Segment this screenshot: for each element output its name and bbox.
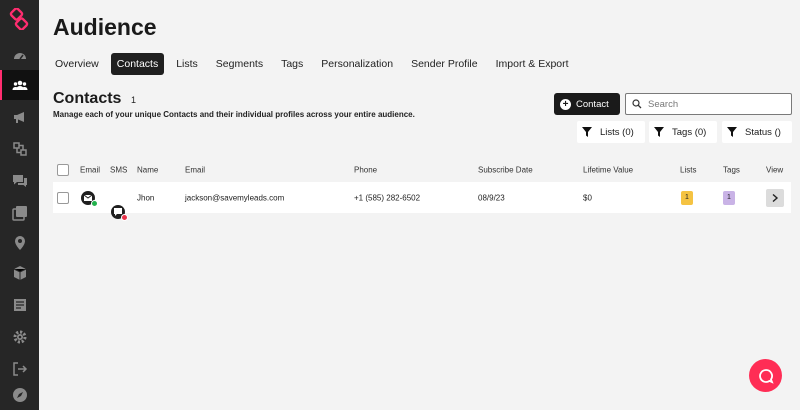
- tab-tags[interactable]: Tags: [275, 53, 309, 75]
- header-lifetime-value: Lifetime Value: [583, 165, 634, 175]
- filter-status-label: Status (): [745, 126, 781, 138]
- section-description: Manage each of your unique Contacts and …: [53, 110, 415, 119]
- tab-lists[interactable]: Lists: [170, 53, 204, 75]
- chevron-right-icon: [772, 193, 779, 202]
- main-content: Audience Overview Contacts Lists Segment…: [39, 0, 800, 410]
- sidebar-item-locations[interactable]: [0, 228, 39, 258]
- filter-tags-label: Tags (0): [672, 126, 707, 138]
- lists-count-badge[interactable]: 1: [681, 190, 693, 205]
- sidebar: [0, 0, 39, 410]
- select-all-checkbox[interactable]: [57, 164, 69, 176]
- add-contact-label: Contact: [576, 98, 609, 110]
- sms-status-badge: [121, 213, 128, 221]
- contacts-count: 1: [131, 95, 137, 105]
- page-title: Audience: [53, 14, 157, 40]
- contact-email: jackson@savemyleads.com: [185, 193, 285, 202]
- contact-subscribe-date: 08/9/23: [478, 193, 505, 202]
- brand-logo-icon[interactable]: [8, 7, 30, 31]
- filter-icon: [582, 127, 592, 137]
- chat-bubble-icon: [758, 368, 774, 384]
- contacts-table: Email SMS Name Email Phone Subscribe Dat…: [53, 160, 791, 221]
- sidebar-item-reports[interactable]: [0, 290, 39, 320]
- filter-lists-button[interactable]: Lists (0): [577, 121, 645, 143]
- table-header: Email SMS Name Email Phone Subscribe Dat…: [53, 160, 791, 180]
- search-box: [625, 93, 792, 115]
- plus-icon: +: [560, 98, 571, 110]
- tab-segments[interactable]: Segments: [210, 53, 269, 75]
- search-icon: [632, 99, 642, 109]
- sidebar-item-settings[interactable]: [0, 322, 39, 352]
- view-contact-button[interactable]: [766, 188, 784, 207]
- sidebar-item-products[interactable]: [0, 258, 39, 288]
- tab-contacts[interactable]: Contacts: [110, 53, 165, 75]
- header-email-channel: Email: [80, 165, 101, 175]
- add-contact-button[interactable]: + Contact: [554, 93, 620, 115]
- sidebar-item-automations[interactable]: [0, 134, 39, 164]
- row-checkbox[interactable]: [57, 191, 69, 204]
- tab-import-export[interactable]: Import & Export: [490, 53, 575, 75]
- sidebar-item-explore[interactable]: [0, 380, 39, 410]
- header-name: Name: [137, 165, 159, 175]
- section-title: Contacts: [53, 90, 122, 107]
- tab-bar: Overview Contacts Lists Segments Tags Pe…: [49, 53, 581, 75]
- box-icon: [13, 266, 26, 280]
- tab-personalization[interactable]: Personalization: [315, 53, 399, 75]
- email-channel-icon: [81, 190, 98, 207]
- header-view: View: [766, 165, 784, 175]
- sidebar-item-campaigns[interactable]: [0, 102, 39, 132]
- location-pin-icon: [14, 236, 25, 250]
- header-sms-channel: SMS: [110, 165, 128, 175]
- filter-icon: [654, 127, 664, 137]
- header-tags: Tags: [723, 165, 740, 175]
- header-email: Email: [185, 165, 206, 175]
- table-row: Jhon jackson@savemyleads.com +1 (585) 28…: [53, 182, 791, 221]
- chat-icon: [12, 175, 27, 187]
- gauge-icon: [13, 53, 26, 60]
- sidebar-item-conversations[interactable]: [0, 166, 39, 196]
- header-subscribe-date: Subscribe Date: [478, 165, 533, 175]
- email-status-badge: [91, 199, 98, 207]
- users-icon: [12, 80, 27, 90]
- filter-tags-button[interactable]: Tags (0): [649, 121, 717, 143]
- tab-overview[interactable]: Overview: [49, 53, 105, 75]
- help-chat-button[interactable]: [749, 359, 782, 392]
- header-lists: Lists: [680, 165, 697, 175]
- contact-phone: +1 (585) 282-6502: [354, 193, 421, 202]
- contact-lifetime-value: $0: [583, 193, 592, 202]
- sidebar-item-audience[interactable]: [0, 70, 39, 100]
- sidebar-item-content[interactable]: [0, 198, 39, 228]
- gear-icon: [13, 330, 26, 344]
- sms-channel-icon: [111, 204, 128, 221]
- filter-icon: [727, 127, 737, 137]
- contact-name: Jhon: [137, 193, 155, 202]
- megaphone-icon: [13, 112, 24, 123]
- tags-count-badge[interactable]: 1: [723, 190, 735, 205]
- header-phone: Phone: [354, 165, 378, 175]
- compass-icon: [12, 388, 27, 402]
- filter-status-button[interactable]: Status (): [722, 121, 792, 143]
- search-input[interactable]: [648, 98, 778, 110]
- logout-icon: [12, 362, 27, 376]
- flow-icon: [12, 142, 27, 156]
- gallery-icon: [11, 206, 27, 221]
- tab-sender-profile[interactable]: Sender Profile: [405, 53, 484, 75]
- filter-lists-label: Lists (0): [600, 126, 634, 138]
- report-icon: [13, 299, 26, 311]
- sidebar-item-dashboard[interactable]: [0, 40, 39, 70]
